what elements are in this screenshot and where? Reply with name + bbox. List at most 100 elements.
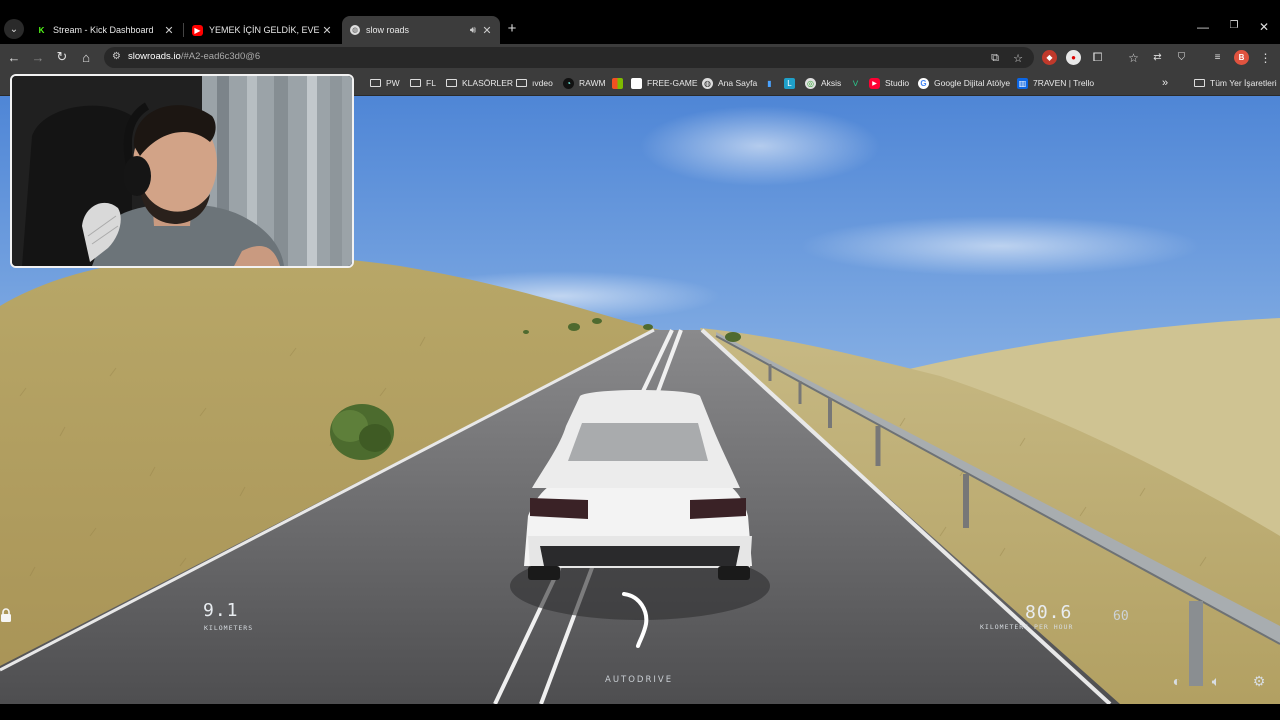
bookmark-label: ıvdeo (532, 78, 553, 88)
distance-value: 9.1 (203, 600, 239, 621)
globe-icon: ◍ (350, 25, 360, 35)
tab-strip: ⌄ K Stream - Kick Dashboard ✕ ▶ YEMEK İÇ… (0, 0, 1280, 44)
window-close-icon[interactable]: ✕ (1254, 20, 1274, 34)
autodrive-label[interactable]: AUTODRIVE (605, 675, 673, 685)
bookmark-star-icon[interactable]: ☆ (1126, 50, 1141, 65)
cloud (640, 106, 880, 186)
bookmark-label: PW (386, 78, 400, 88)
site-info-icon[interactable]: ⚙ (112, 51, 121, 62)
camera-view-icon[interactable]: ◐ (1168, 672, 1186, 690)
all-bookmarks-folder[interactable]: Tüm Yer İşaretleri (1194, 76, 1277, 90)
youtube-studio-icon: ▶ (869, 77, 880, 89)
aksis-icon: ◎ (805, 77, 816, 89)
minimize-icon[interactable]: — (1193, 20, 1213, 34)
reload-button[interactable]: ↻ (52, 47, 72, 67)
youtube-icon: ▶ (192, 24, 203, 36)
bush (725, 332, 741, 342)
tab-title: Stream - Kick Dashboard (53, 25, 154, 35)
bush (523, 330, 529, 334)
folder-icon (370, 79, 381, 87)
bookmark-star-icon[interactable]: ☆ (1010, 50, 1026, 66)
bookmark-label: KLASÖRLER (462, 78, 514, 88)
l-icon: L (784, 77, 795, 89)
bookmark-rawm[interactable]: ◔ RAWM (563, 76, 606, 90)
kick-icon: K (36, 24, 47, 36)
bush (568, 323, 580, 331)
bush (643, 324, 653, 330)
media-control-icon[interactable]: ≡ (1210, 50, 1225, 65)
screen-bottom-bar (0, 704, 1280, 720)
bookmark-ana-sayfa[interactable]: ◍ Ana Sayfa (702, 76, 757, 90)
bookmark-folder[interactable]: PW (370, 76, 400, 90)
windows-icon (612, 77, 623, 89)
bookmark-label: RAWM (579, 78, 606, 88)
bookmark-label: Ana Sayfa (718, 78, 758, 88)
bookmark-free-game[interactable]: FREE-GAME (612, 76, 698, 90)
forward-button[interactable]: → (28, 47, 48, 67)
address-bar[interactable]: ⚙ slowroads.io/#A2-ead6c3d0@6 ⧉ ☆ (104, 47, 1034, 68)
tab-close-icon[interactable]: ✕ (320, 24, 334, 37)
bookmark-folder[interactable]: FL (410, 76, 436, 90)
more-bookmarks-icon[interactable]: » (1162, 76, 1168, 90)
globe-icon: ◍ (702, 77, 713, 89)
folder-icon (516, 79, 527, 87)
bookmark-trello[interactable]: ▥ 7RAVEN | Trello (1017, 76, 1094, 90)
bookmark-label: Google Dijital Atölye (934, 78, 1011, 88)
tab-youtube[interactable]: ▶ YEMEK İÇİN GELDİK, EVE ALMA ✕ (184, 16, 340, 44)
bookmark-label: FL (426, 78, 436, 88)
bookmark-label: Studio (885, 78, 910, 88)
tab-slow-roads[interactable]: ◍ slow roads 🔊︎ ✕ (342, 16, 500, 44)
bookmark-google-dijital[interactable]: G Google Dijital Atölye (918, 76, 1010, 90)
speed-value: 80.6 (1025, 602, 1073, 623)
bookmark-extra[interactable]: L (784, 76, 800, 90)
folder-icon (1194, 79, 1205, 87)
home-button[interactable]: ⌂ (76, 47, 96, 67)
record-extension-icon[interactable]: ● (1066, 50, 1081, 65)
tab-close-icon[interactable]: ✕ (162, 24, 176, 37)
folder-icon (410, 79, 421, 87)
distance-unit-label: KILOMETERS (204, 624, 254, 632)
profile-avatar[interactable]: B (1234, 50, 1249, 65)
bookmark-studio[interactable]: ▶ Studio (869, 76, 909, 90)
extension-icon[interactable]: ◆ (1042, 50, 1057, 65)
tab-title: slow roads (366, 25, 410, 35)
trello-icon: ▥ (1017, 77, 1028, 89)
bookmark-label: Tüm Yer İşaretleri (1210, 78, 1277, 88)
bookmark-extra[interactable]: ▮ (764, 76, 780, 90)
folder-icon (446, 79, 457, 87)
url-text[interactable]: slowroads.io/#A2-ead6c3d0@6 (128, 51, 260, 62)
speed-limit-value: 60 (1113, 609, 1129, 624)
tab-search-button[interactable]: ⌄ (4, 19, 24, 39)
new-tab-button[interactable]: + (503, 20, 521, 37)
bookmark-label: Aksis (821, 78, 842, 88)
rawm-icon: ◔ (563, 77, 574, 89)
shield-icon[interactable]: ⛉ (1174, 50, 1189, 65)
back-button[interactable]: ← (4, 47, 24, 67)
lock-icon[interactable] (0, 608, 12, 622)
vine-icon: ᐯ (852, 78, 859, 88)
speed-unit-label: KILOMETERS PER HOUR (980, 623, 1074, 631)
bookmark-extra[interactable]: ᐯ (850, 76, 866, 90)
volume-icon[interactable]: 🔈︎ (1207, 672, 1225, 690)
tab-close-icon[interactable]: ✕ (480, 24, 494, 37)
cloud (800, 216, 1200, 276)
tab-kick-dashboard[interactable]: K Stream - Kick Dashboard ✕ (28, 16, 182, 44)
webcam-feed (12, 76, 352, 266)
speaker-icon[interactable]: 🔊︎ (466, 25, 480, 36)
bookmark-label: FREE-GAME (647, 78, 698, 88)
restore-icon[interactable]: ❐ (1224, 20, 1244, 31)
menu-icon[interactable]: ⋮ (1258, 50, 1273, 65)
translate-icon[interactable]: ⇄ (1150, 50, 1165, 65)
bookmark-label: 7RAVEN | Trello (1033, 78, 1095, 88)
settings-gear-icon[interactable]: ⚙ (1250, 672, 1268, 690)
tab-title: YEMEK İÇİN GELDİK, EVE ALMA (209, 25, 320, 35)
webcam-overlay (10, 74, 354, 268)
extensions-puzzle-icon[interactable]: ⧠ (1090, 50, 1105, 65)
install-app-icon[interactable]: ⧉ (987, 50, 1003, 66)
pin-icon: ▮ (767, 78, 772, 88)
google-icon: G (918, 77, 929, 89)
bush (592, 318, 602, 324)
bookmark-folder[interactable]: KLASÖRLER (446, 76, 513, 90)
bookmark-folder[interactable]: ıvdeo (516, 76, 553, 90)
bookmark-aksis[interactable]: ◎ Aksis (805, 76, 841, 90)
